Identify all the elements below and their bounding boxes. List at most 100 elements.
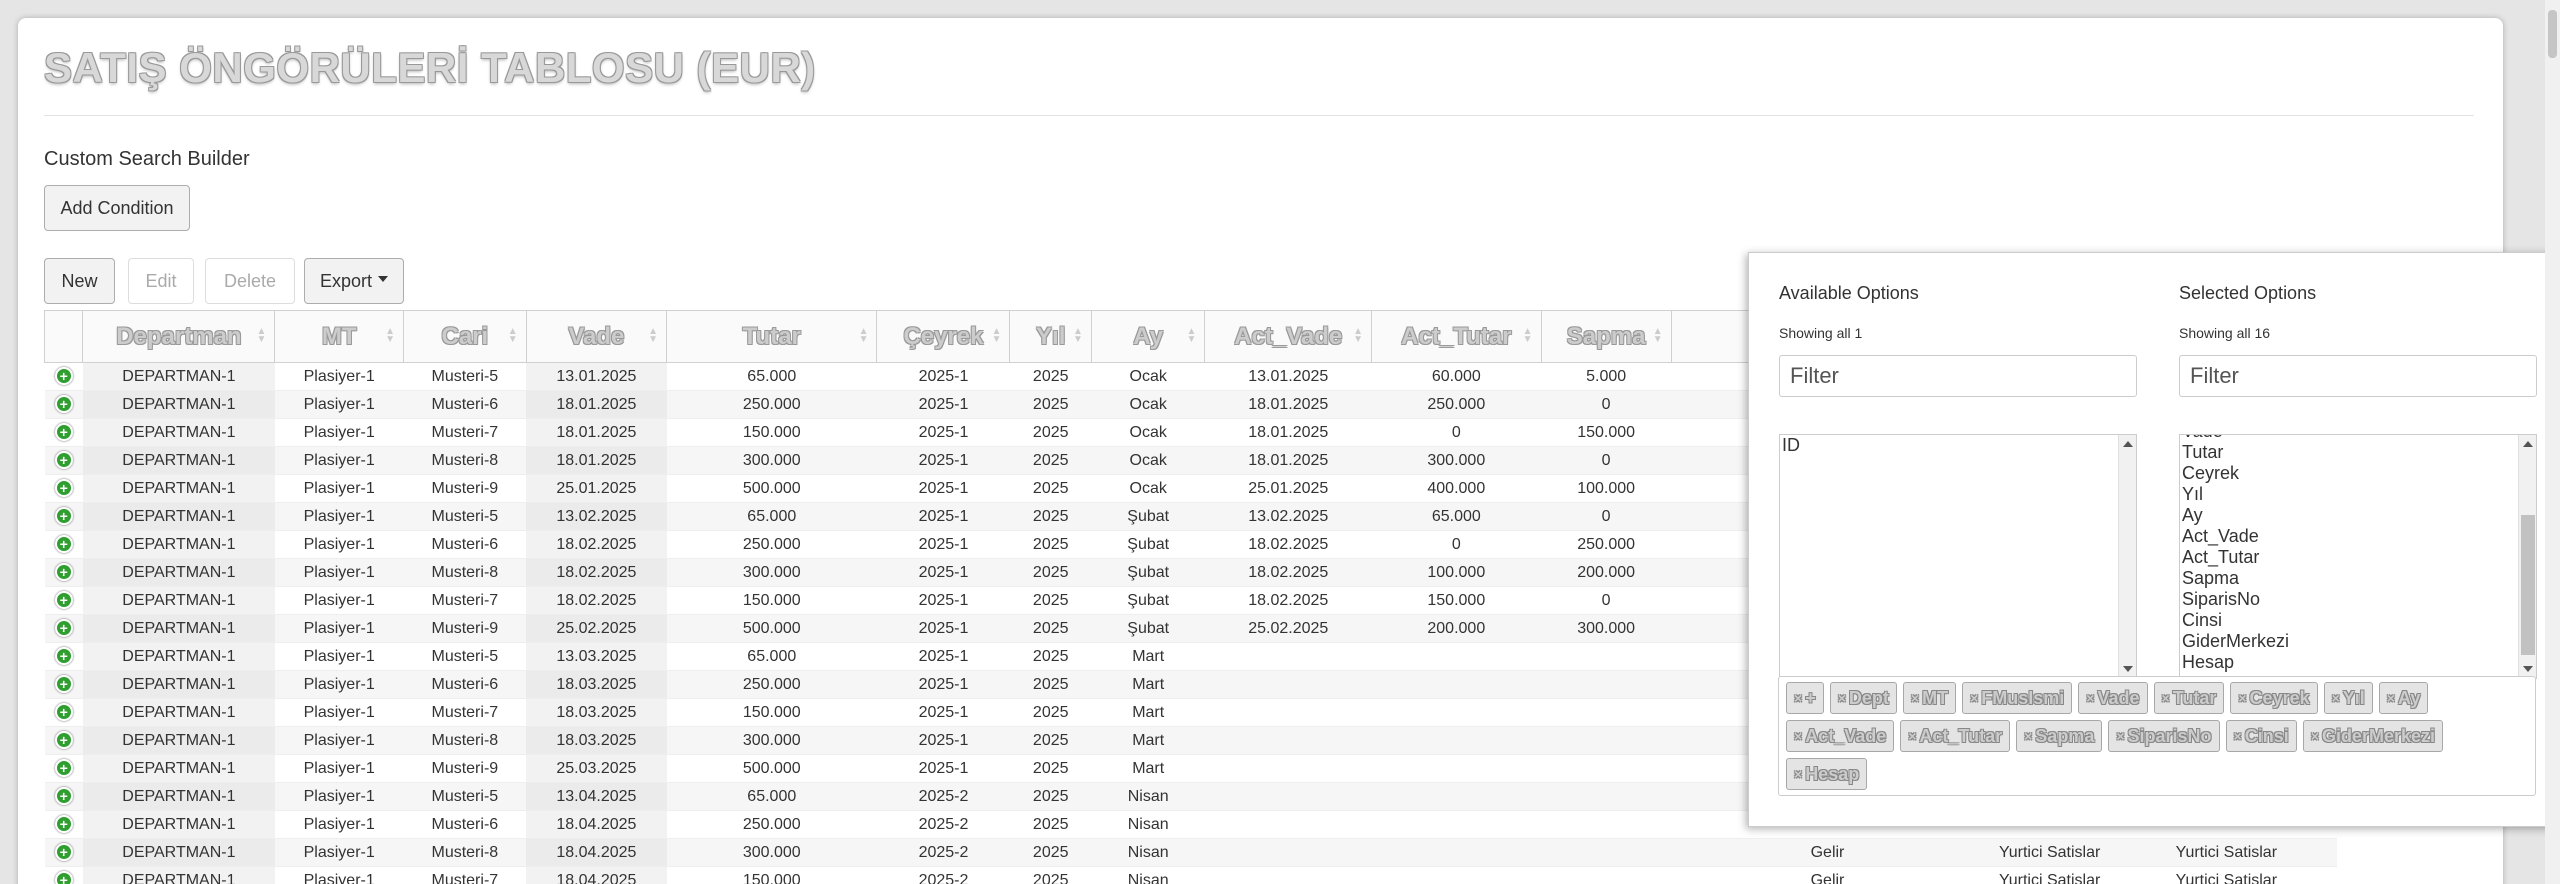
column-header[interactable]: Çeyrek ▲ ▼ bbox=[876, 310, 1011, 363]
list-item[interactable]: Hesap bbox=[2180, 652, 2518, 673]
scroll-thumb[interactable] bbox=[2521, 515, 2535, 655]
column-tag[interactable]: × Yıl bbox=[2323, 682, 2373, 714]
list-item[interactable]: GiderMerkezi bbox=[2180, 631, 2518, 652]
list-item[interactable]: Sapma bbox=[2180, 568, 2518, 589]
list-item[interactable]: Vade bbox=[2180, 435, 2518, 442]
available-options-list[interactable]: ID bbox=[1779, 434, 2137, 679]
column-header[interactable]: Cari ▲ ▼ bbox=[402, 310, 527, 363]
list-item[interactable]: SiparisNo bbox=[2180, 589, 2518, 610]
plus-circle-icon[interactable]: + bbox=[54, 395, 73, 414]
row-expand-cell[interactable]: + bbox=[44, 474, 83, 503]
row-expand-cell[interactable]: + bbox=[44, 418, 83, 447]
row-expand-cell[interactable]: + bbox=[44, 698, 83, 727]
column-tag[interactable]: × Act_Tutar bbox=[1900, 720, 2011, 752]
row-expand-cell[interactable]: + bbox=[44, 446, 83, 475]
available-filter-input[interactable] bbox=[1779, 355, 2137, 397]
close-icon[interactable]: × bbox=[1794, 690, 1802, 706]
page-scroll-thumb[interactable] bbox=[2548, 10, 2557, 58]
plus-circle-icon[interactable]: + bbox=[54, 815, 73, 834]
row-expand-cell[interactable]: + bbox=[44, 530, 83, 559]
delete-button[interactable]: Delete bbox=[205, 258, 295, 304]
column-header[interactable]: Departman ▲ ▼ bbox=[82, 310, 276, 363]
plus-circle-icon[interactable]: + bbox=[54, 787, 73, 806]
row-expand-cell[interactable]: + bbox=[44, 670, 83, 699]
column-header[interactable]: Sapma ▲ ▼ bbox=[1540, 310, 1672, 363]
close-icon[interactable]: × bbox=[2332, 690, 2340, 706]
column-header[interactable]: Ay ▲ ▼ bbox=[1090, 310, 1206, 363]
row-expand-cell[interactable]: + bbox=[44, 614, 83, 643]
column-header[interactable]: Tutar ▲ ▼ bbox=[666, 310, 878, 363]
close-icon[interactable]: × bbox=[2238, 690, 2246, 706]
column-tag[interactable]: × FMusIsmi bbox=[1962, 682, 2073, 714]
column-header[interactable]: Yıl ▲ ▼ bbox=[1009, 310, 1092, 363]
row-expand-cell[interactable]: + bbox=[44, 390, 83, 419]
plus-circle-icon[interactable]: + bbox=[54, 703, 73, 722]
row-expand-cell[interactable]: + bbox=[44, 502, 83, 531]
close-icon[interactable]: × bbox=[2086, 690, 2094, 706]
column-tag[interactable]: × Dept bbox=[1829, 682, 1897, 714]
close-icon[interactable]: × bbox=[1794, 728, 1802, 744]
page-scrollbar[interactable] bbox=[2545, 0, 2560, 884]
column-tag[interactable]: × Ay bbox=[2378, 682, 2429, 714]
row-expand-cell[interactable]: + bbox=[44, 642, 83, 671]
plus-circle-icon[interactable]: + bbox=[54, 619, 73, 638]
close-icon[interactable]: × bbox=[2234, 728, 2242, 744]
row-expand-cell[interactable]: + bbox=[44, 558, 83, 587]
close-icon[interactable]: × bbox=[2162, 690, 2170, 706]
row-expand-cell[interactable]: + bbox=[44, 726, 83, 755]
plus-circle-icon[interactable]: + bbox=[54, 647, 73, 666]
row-expand-cell[interactable]: + bbox=[44, 586, 83, 615]
list-item[interactable]: Act_Tutar bbox=[2180, 547, 2518, 568]
selected-options-list[interactable]: VadeTutarCeyrekYılAyAct_VadeAct_TutarSap… bbox=[2179, 434, 2537, 679]
close-icon[interactable]: × bbox=[1838, 690, 1846, 706]
table-row[interactable]: + DEPARTMAN-1 Plasiyer-1 Musteri-7 18.04.202… bbox=[44, 866, 2494, 884]
column-header[interactable]: Act_Tutar ▲ ▼ bbox=[1371, 310, 1542, 363]
list-item[interactable]: Ceyrek bbox=[2180, 463, 2518, 484]
plus-circle-icon[interactable]: + bbox=[54, 563, 73, 582]
new-button[interactable]: New bbox=[44, 258, 115, 304]
plus-circle-icon[interactable]: + bbox=[54, 535, 73, 554]
plus-circle-icon[interactable]: + bbox=[54, 451, 73, 470]
row-expand-cell[interactable]: + bbox=[44, 810, 83, 839]
column-tag[interactable]: × GiderMerkezi bbox=[2302, 720, 2443, 752]
column-tag[interactable]: × + bbox=[1786, 682, 1824, 714]
list-item[interactable]: Cinsi bbox=[2180, 610, 2518, 631]
list-item[interactable]: Yıl bbox=[2180, 484, 2518, 505]
column-header[interactable]: MT ▲ ▼ bbox=[274, 310, 404, 363]
selected-filter-input[interactable] bbox=[2179, 355, 2537, 397]
scroll-down-icon[interactable] bbox=[2523, 666, 2533, 672]
scroll-up-icon[interactable] bbox=[2123, 441, 2133, 447]
scrollbar[interactable] bbox=[2118, 435, 2136, 678]
column-tag[interactable]: × MT bbox=[1902, 682, 1957, 714]
plus-circle-icon[interactable]: + bbox=[54, 731, 73, 750]
column-tag[interactable]: × Cinsi bbox=[2225, 720, 2297, 752]
column-tag[interactable]: × Sapma bbox=[2016, 720, 2103, 752]
list-item[interactable]: Tutar bbox=[2180, 442, 2518, 463]
column-header[interactable]: Act_Vade ▲ ▼ bbox=[1204, 310, 1373, 363]
export-button[interactable]: Export bbox=[304, 258, 404, 304]
list-item[interactable]: Act_Vade bbox=[2180, 526, 2518, 547]
scrollbar[interactable] bbox=[2518, 435, 2536, 678]
row-expand-cell[interactable]: + bbox=[44, 754, 83, 783]
close-icon[interactable]: × bbox=[1908, 728, 1916, 744]
column-tag[interactable]: × SiparisNo bbox=[2108, 720, 2220, 752]
column-tag[interactable]: × Ceyrek bbox=[2230, 682, 2318, 714]
list-item[interactable]: ID bbox=[1780, 435, 2136, 456]
plus-circle-icon[interactable]: + bbox=[54, 675, 73, 694]
row-expand-cell[interactable]: + bbox=[44, 866, 83, 884]
close-icon[interactable]: × bbox=[1794, 766, 1802, 782]
plus-circle-icon[interactable]: + bbox=[54, 591, 73, 610]
plus-circle-icon[interactable]: + bbox=[54, 479, 73, 498]
close-icon[interactable]: × bbox=[1970, 690, 1978, 706]
close-icon[interactable]: × bbox=[1911, 690, 1919, 706]
column-tag[interactable]: × Hesap bbox=[1786, 758, 1868, 790]
row-expand-cell[interactable]: + bbox=[44, 362, 83, 391]
close-icon[interactable]: × bbox=[2116, 728, 2124, 744]
close-icon[interactable]: × bbox=[2387, 690, 2395, 706]
plus-circle-icon[interactable]: + bbox=[54, 871, 73, 884]
scroll-down-icon[interactable] bbox=[2123, 666, 2133, 672]
column-header[interactable]: Vade ▲ ▼ bbox=[525, 310, 668, 363]
scroll-up-icon[interactable] bbox=[2523, 441, 2533, 447]
selected-columns-tag-input[interactable]: × + × Dept × MT × FMusIsmi × Vade × Tutar × Ceyrek × Yı… bbox=[1778, 676, 2536, 796]
plus-circle-icon[interactable]: + bbox=[54, 843, 73, 862]
